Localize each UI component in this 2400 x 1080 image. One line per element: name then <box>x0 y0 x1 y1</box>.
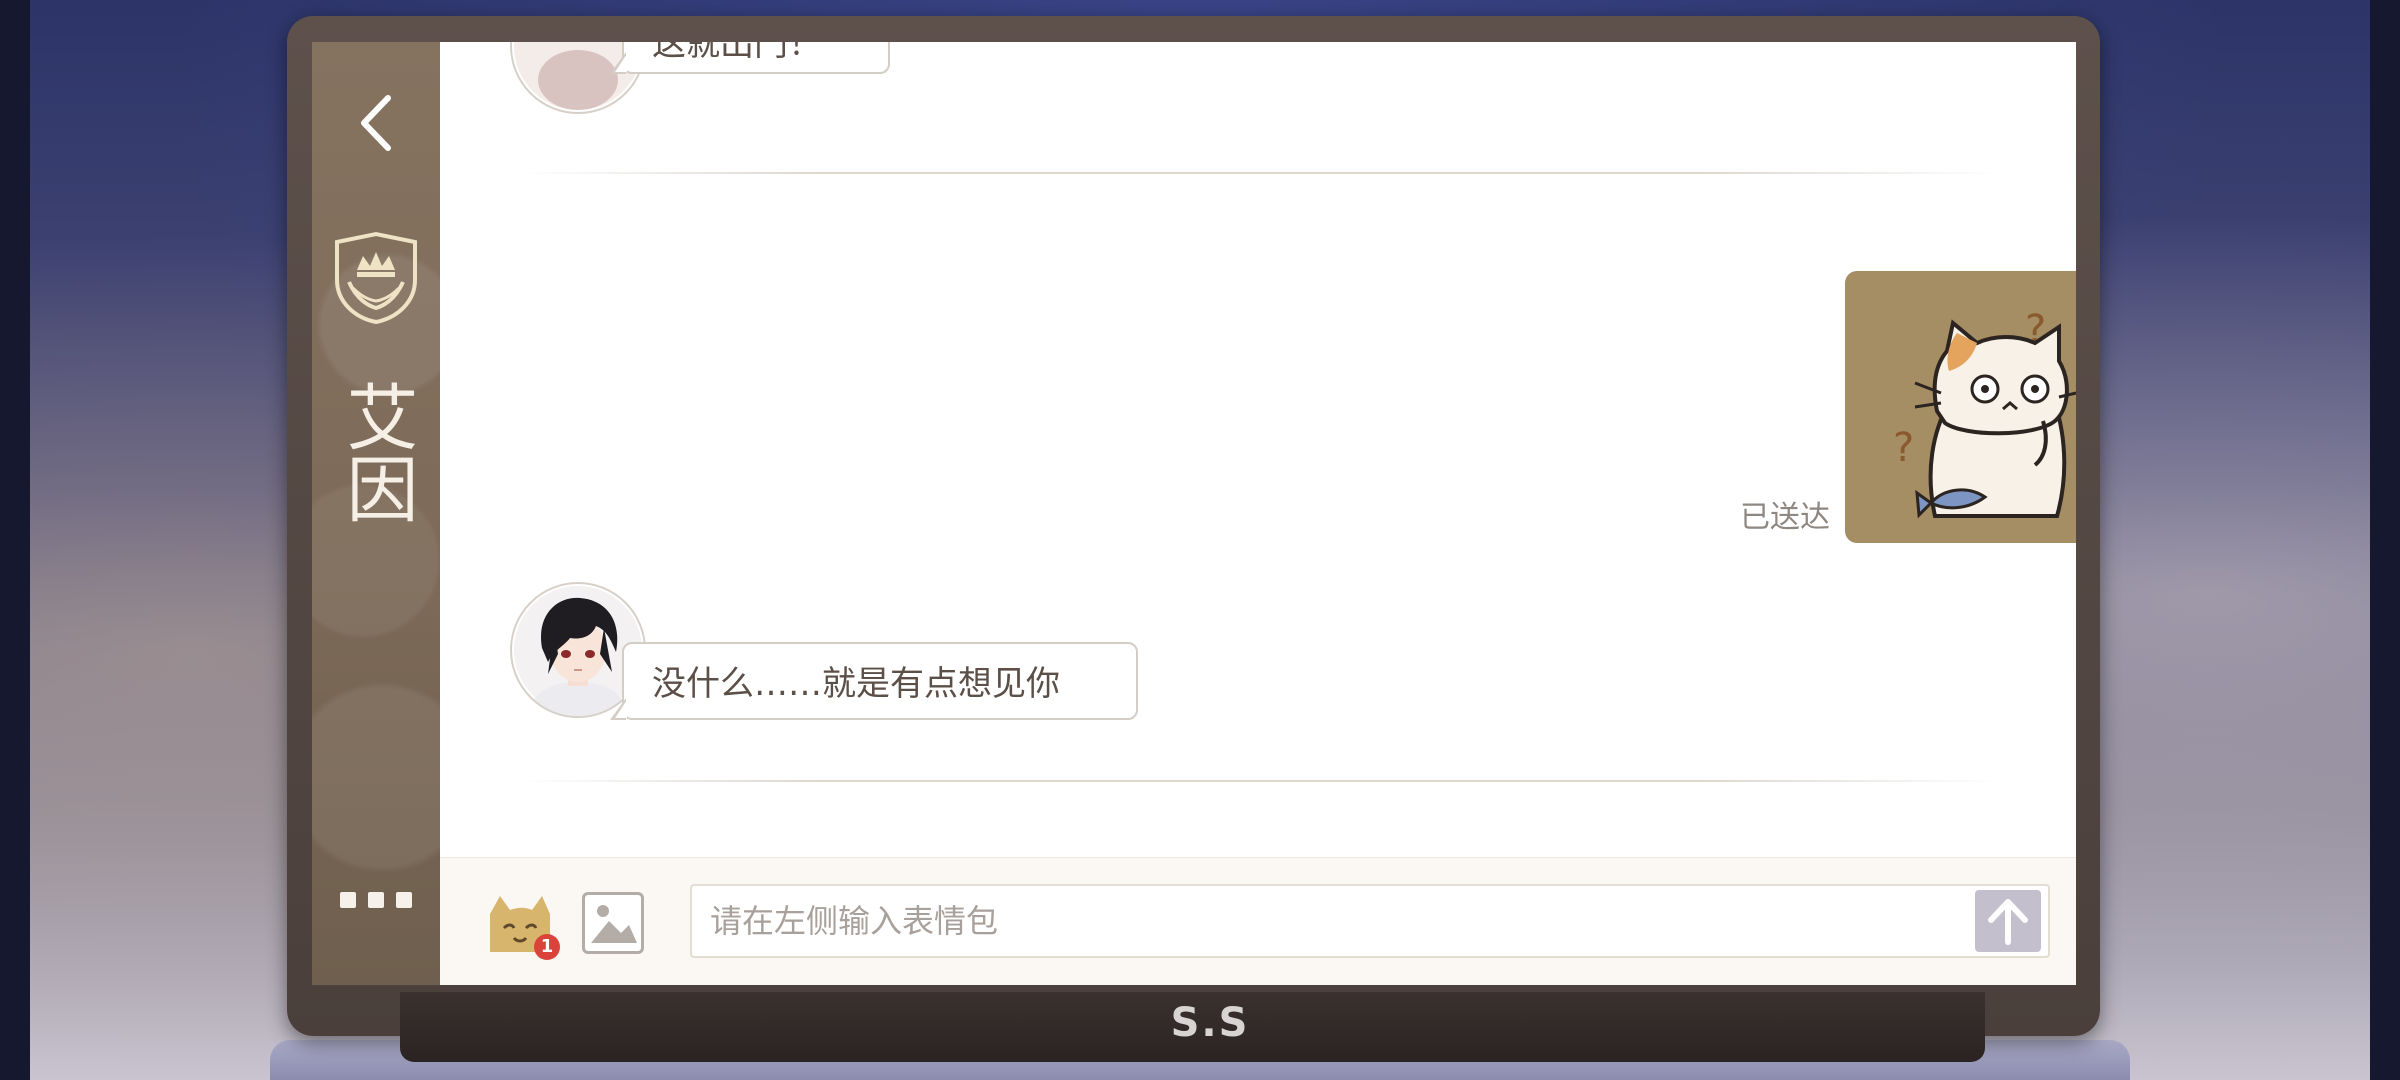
input-bar: 1 <box>440 857 2076 985</box>
message-divider <box>520 780 2000 782</box>
confused-cat-sticker: ? ? ? <box>1893 307 2076 519</box>
more-dot-icon <box>340 892 356 908</box>
send-button[interactable] <box>1975 890 2041 952</box>
sidebar: 艾 因 <box>312 42 440 985</box>
image-icon <box>591 905 637 943</box>
brand-logo: S.S <box>1170 1000 1250 1046</box>
delivery-status: 已送达 <box>1740 500 1830 535</box>
message-divider <box>520 172 2000 174</box>
arrow-up-icon <box>1988 899 2028 945</box>
contact-name-line2: 因 <box>334 452 418 524</box>
crest-icon <box>329 230 423 326</box>
message-text: 这就出门！ <box>652 42 822 64</box>
more-dot-icon <box>368 892 384 908</box>
message-bubble: 这就出门！ <box>610 42 890 74</box>
back-button[interactable] <box>352 90 402 156</box>
contact-name: 艾 因 <box>312 362 440 542</box>
chat-screen: 艾 因 这就出门！ 已送达 ? ? ? <box>312 42 2076 985</box>
more-dot-icon <box>396 892 412 908</box>
svg-text:?: ? <box>2073 375 2076 421</box>
notification-badge: 1 <box>534 934 560 960</box>
chevron-left-icon <box>361 95 391 151</box>
image-button[interactable] <box>582 892 644 954</box>
svg-text:?: ? <box>1893 425 1914 471</box>
contact-name-line1: 艾 <box>334 380 418 452</box>
sticker-button[interactable]: 1 <box>486 890 560 960</box>
message-text: 没什么……就是有点想见你 <box>652 664 1060 704</box>
screen-edge-left <box>0 0 30 1080</box>
message-bubble: 没什么……就是有点想见你 <box>610 642 1138 720</box>
screen-edge-right <box>2370 0 2400 1080</box>
chat-messages[interactable]: 这就出门！ 已送达 ? ? ? <box>440 42 2076 857</box>
more-options-button[interactable] <box>340 880 412 920</box>
sticker-message[interactable]: ? ? ? <box>1845 271 2076 543</box>
message-input[interactable] <box>690 884 2050 958</box>
